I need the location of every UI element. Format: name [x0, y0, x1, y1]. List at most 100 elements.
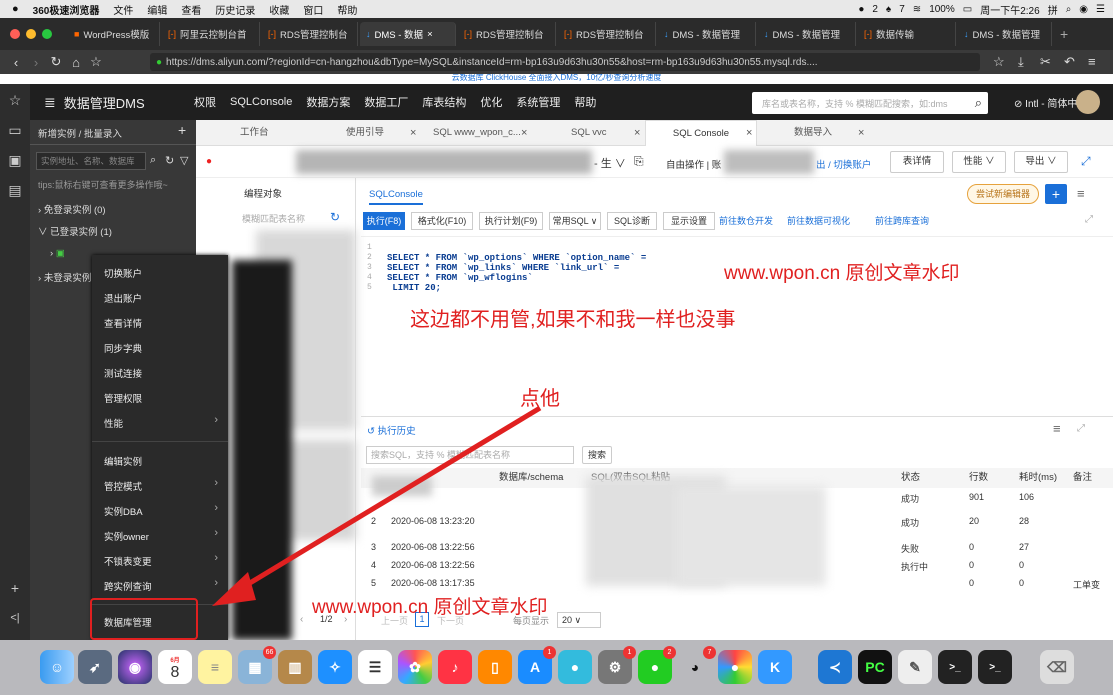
close-tab-icon[interactable]: × [427, 29, 433, 40]
cross-db-link[interactable]: 前往跨库查询 [875, 214, 929, 227]
forward-icon[interactable]: › [26, 55, 46, 70]
star-icon[interactable]: ☆ [86, 54, 106, 70]
menu-icon[interactable]: ≡ [1088, 54, 1096, 69]
dw-dev-link[interactable]: 前往数仓开发 [719, 214, 773, 227]
browser-360-icon[interactable]: ● [718, 650, 752, 684]
add-console-button[interactable]: + [1045, 184, 1067, 204]
perf-button[interactable]: 性能 ∨ [952, 151, 1006, 173]
plus-icon[interactable]: + [0, 580, 30, 596]
tree-logged-in[interactable]: ∨ 已登录实例 (1) [38, 224, 112, 238]
apple-icon[interactable]: ● [12, 3, 19, 15]
browser-tab[interactable]: ■ WordPress模版 [68, 22, 160, 46]
expand-icon[interactable]: ⤢ [1077, 423, 1085, 434]
tab-sql-vvc[interactable]: SQL vvc [571, 120, 607, 146]
nav-permission[interactable]: 权限 [194, 94, 216, 110]
export-button[interactable]: 导出 ∨ [1014, 151, 1068, 173]
refresh-icon[interactable]: ↻ [165, 154, 174, 167]
menu-instance-owner[interactable]: 实例owner [104, 529, 149, 543]
menu-performance[interactable]: 性能 [104, 416, 123, 430]
menu-manage-permission[interactable]: 管理权限 [104, 391, 142, 405]
collapse-icon[interactable]: <| [0, 612, 30, 624]
pycharm-icon[interactable]: PC [858, 650, 892, 684]
add-instance-link[interactable]: 新增实例 / 批量录入 [38, 126, 122, 140]
wifi-icon[interactable]: ≋ [913, 4, 921, 15]
data-viz-link[interactable]: 前往数据可视化 [787, 214, 850, 227]
fullscreen-icon[interactable]: ⤢ [1081, 154, 1091, 169]
close-icon[interactable]: × [634, 120, 640, 146]
preview-icon[interactable]: ▦ 66 [238, 646, 276, 684]
zoom-window-button[interactable] [42, 29, 52, 39]
search-icon[interactable]: ⌕ [975, 95, 982, 111]
bookmark-star-icon[interactable]: ☆ [993, 54, 1005, 70]
browser-tab-active[interactable]: ↓ DMS - 数据 × [360, 22, 456, 46]
add-icon[interactable]: + [178, 122, 186, 138]
menu-bookmarks[interactable]: 收藏 [269, 2, 289, 17]
tree-instance-item[interactable]: › ▣ [50, 248, 65, 259]
terminal-icon[interactable]: >_ [938, 650, 972, 684]
menu-view-details[interactable]: 查看详情 [104, 316, 142, 330]
try-new-editor-button[interactable]: 尝试新编辑器 [967, 184, 1039, 204]
tab-guide[interactable]: 使用引导 [346, 120, 384, 146]
menu-edit[interactable]: 编辑 [147, 2, 167, 17]
system-prefs-icon[interactable]: ⚙ 1 [598, 646, 636, 684]
reload-icon[interactable]: ↻ [46, 54, 66, 70]
app-name[interactable]: 360极速浏览器 [33, 2, 100, 17]
finder-icon[interactable]: ☺ [40, 650, 74, 684]
list-menu-icon[interactable]: ≡ [1053, 421, 1061, 436]
menu-view[interactable]: 查看 [181, 2, 201, 17]
safari-icon[interactable]: ✧ [318, 650, 352, 684]
menu-edit-instance[interactable]: 编辑实例 [104, 454, 142, 468]
explain-button[interactable]: 执行计划(F9) [479, 212, 543, 230]
terminal2-icon[interactable]: >_ [978, 650, 1012, 684]
execute-button[interactable]: 执行(F8) [363, 212, 405, 230]
control-center-icon[interactable]: ☰ [1096, 4, 1105, 15]
prog-objects-tab[interactable]: 编程对象 [244, 186, 282, 200]
copy-icon[interactable]: ⎘ [634, 154, 644, 169]
nav-help[interactable]: 帮助 [574, 94, 596, 110]
menu-history[interactable]: 历史记录 [215, 2, 255, 17]
book-icon[interactable]: ▭ [0, 122, 30, 139]
refresh-icon[interactable]: ↻ [330, 210, 340, 224]
close-window-button[interactable] [10, 29, 20, 39]
app-store-icon[interactable]: A1 [518, 646, 556, 684]
sql-diagnose-button[interactable]: SQL诊断 [607, 212, 657, 230]
menu-test-connection[interactable]: 测试连接 [104, 366, 142, 380]
tab-workbench[interactable]: 工作台 [240, 120, 269, 146]
textedit-icon[interactable]: ✎ [898, 650, 932, 684]
notes-icon[interactable]: ≡ [198, 650, 232, 684]
close-icon[interactable]: × [410, 120, 416, 146]
history-search-button[interactable]: 搜索 [582, 446, 612, 464]
switch-account-link[interactable]: 出 / 切换账户 [816, 157, 871, 171]
books-icon[interactable]: ▯ [478, 650, 512, 684]
instance-search-input[interactable]: 实例地址、名称、数据库 [36, 152, 146, 170]
browser-tab[interactable]: ↓ DMS - 数据管理 [658, 22, 756, 46]
tab-data-import[interactable]: 数据导入 [794, 120, 832, 146]
env-select[interactable]: - 生 ∨ [594, 155, 626, 171]
close-icon[interactable]: × [521, 120, 527, 146]
url-field[interactable]: ● https://dms.aliyun.com/?regionId=cn-ha… [150, 53, 980, 71]
spotlight-icon[interactable]: ⌕ [1066, 4, 1072, 15]
sqlconsole-tab[interactable]: SQLConsole [369, 189, 423, 205]
siri-icon[interactable]: ◉ [118, 650, 152, 684]
nav-data-factory[interactable]: 数据工厂 [364, 94, 408, 110]
vscode-icon[interactable]: ≺ [818, 650, 852, 684]
cut-icon[interactable]: ✂ [1040, 54, 1051, 70]
browser-tab[interactable]: [-] 阿里云控制台首 [162, 22, 260, 46]
star-icon[interactable]: ☆ [0, 92, 30, 109]
browser-tab[interactable]: ↓ DMS - 数据管理 [758, 22, 856, 46]
music-icon[interactable]: ♪ [438, 650, 472, 684]
nav-sqlconsole[interactable]: SQLConsole [230, 96, 292, 108]
input-method-icon[interactable]: 拼 [1048, 2, 1058, 17]
trash-icon[interactable]: ⌫ [1040, 650, 1074, 684]
browser-tab[interactable]: [-] RDS管理控制台 [558, 22, 656, 46]
table-detail-button[interactable]: 表详情 [890, 151, 944, 173]
display-settings-button[interactable]: 显示设置 [663, 212, 715, 230]
browser-tab[interactable]: [-] RDS管理控制台 [458, 22, 556, 46]
contacts-icon[interactable]: ▥ [278, 650, 312, 684]
siri-icon[interactable]: ◉ [1079, 4, 1088, 15]
tree-free-login[interactable]: › 免登录实例 (0) [38, 202, 106, 216]
menu-cross-instance-query[interactable]: 跨实例查询 [104, 579, 152, 593]
avatar[interactable] [1076, 90, 1100, 114]
dms-logo[interactable]: ≣ 数据管理DMS [30, 93, 180, 112]
photos-icon[interactable]: ✿ [398, 650, 432, 684]
